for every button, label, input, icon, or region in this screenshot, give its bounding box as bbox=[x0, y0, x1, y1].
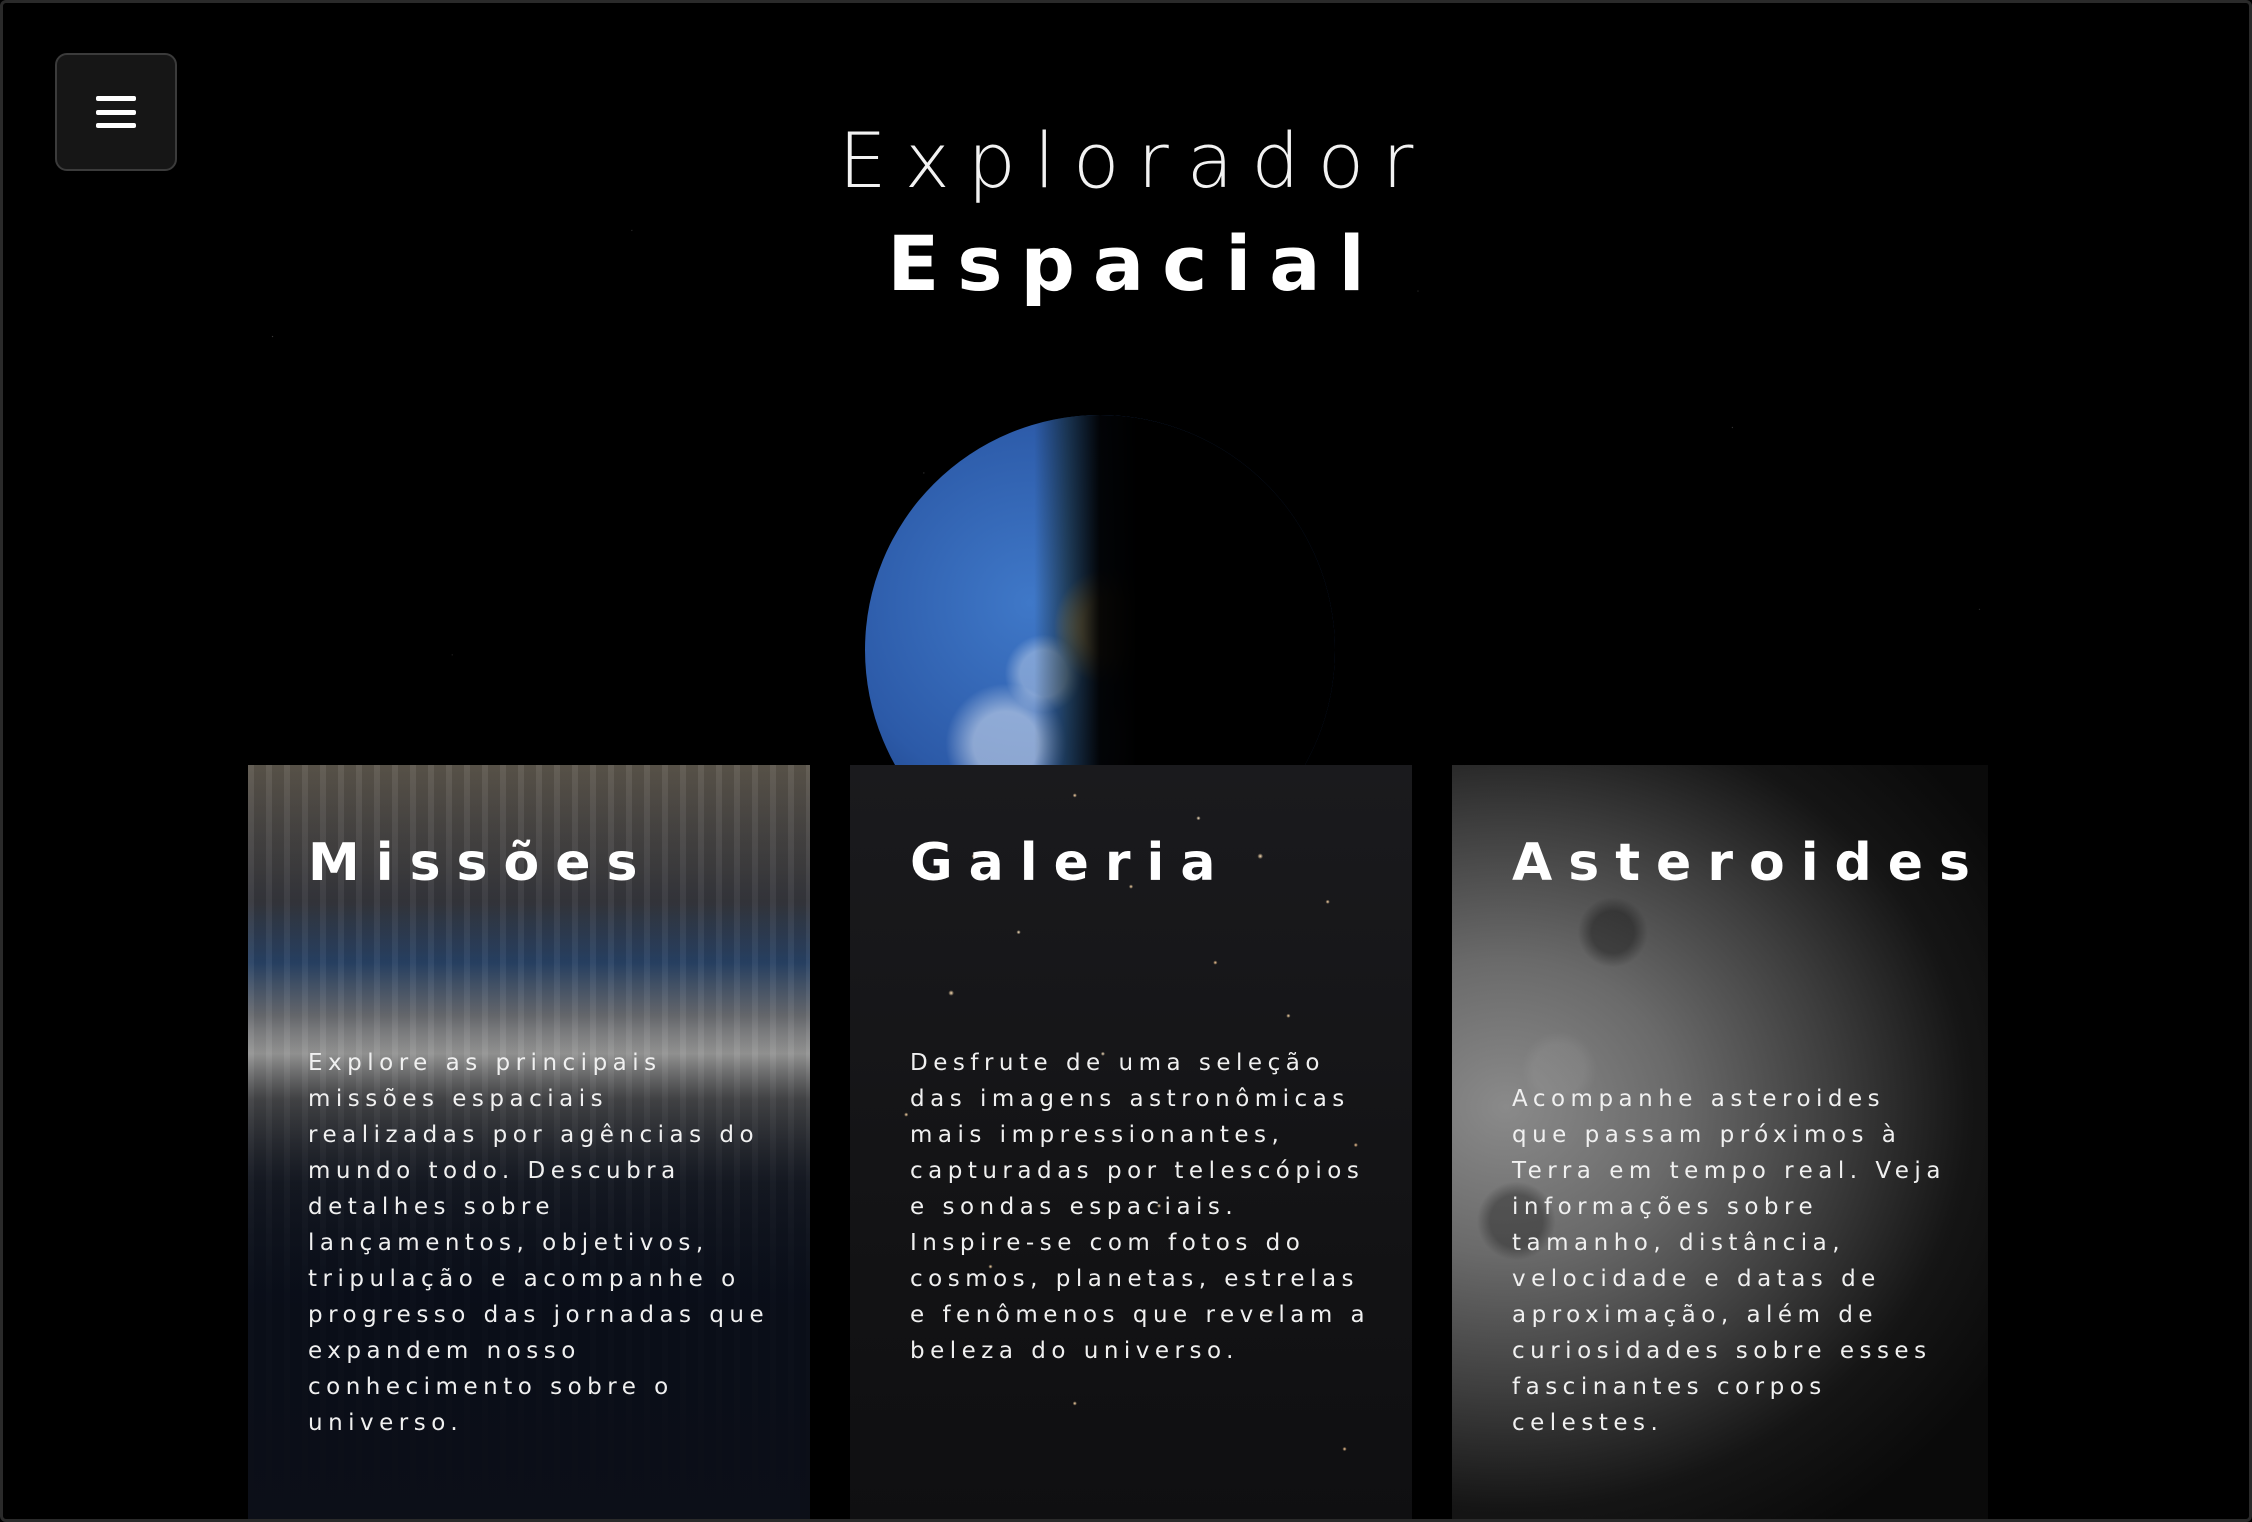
earth-image bbox=[865, 415, 1395, 765]
card-asteroides[interactable]: Asteroides Acompanhe asteroides que pass… bbox=[1452, 765, 1988, 1519]
card-galeria[interactable]: Galeria Desfrute de uma seleção das imag… bbox=[850, 765, 1412, 1519]
card-title: Asteroides bbox=[1512, 833, 1986, 893]
app-viewport: Explorador Espacial Missões Explore as p… bbox=[0, 0, 2252, 1522]
card-missoes[interactable]: Missões Explore as principais missões es… bbox=[248, 765, 810, 1519]
feature-cards: Missões Explore as principais missões es… bbox=[248, 765, 1988, 1519]
card-description: Explore as principais missões espaciais … bbox=[308, 1050, 770, 1436]
title-line-explorador: Explorador bbox=[838, 116, 1432, 205]
page-title: Explorador Espacial bbox=[3, 113, 2249, 319]
title-line-espacial: Espacial bbox=[887, 219, 1383, 308]
card-title: Missões bbox=[308, 833, 654, 893]
card-description: Desfrute de uma seleção das imagens astr… bbox=[910, 1050, 1371, 1364]
card-description: Acompanhe asteroides que passam próximos… bbox=[1512, 1086, 1946, 1436]
card-title: Galeria bbox=[910, 833, 1232, 893]
